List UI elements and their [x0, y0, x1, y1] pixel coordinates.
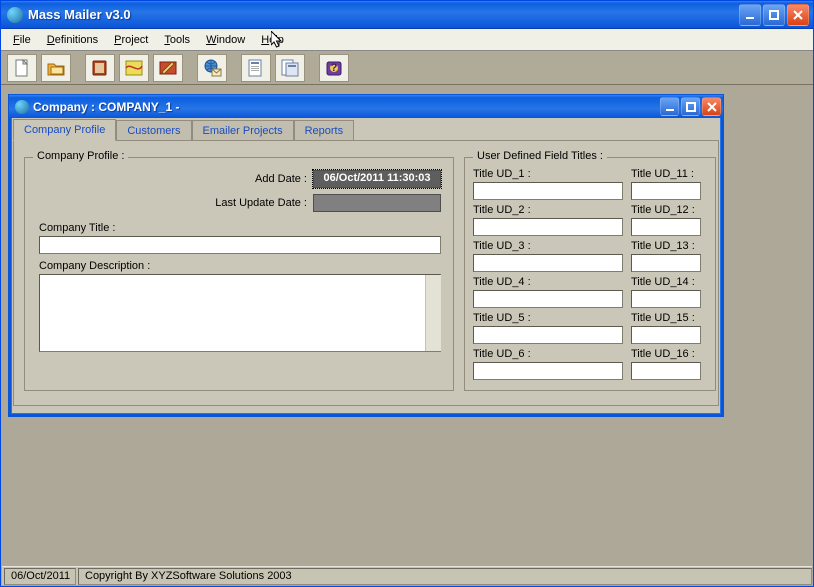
app-title: Mass Mailer v3.0: [28, 7, 739, 22]
toolbar: ?: [1, 51, 813, 85]
globe-mail-icon: [202, 58, 222, 78]
address-book-icon: [90, 58, 110, 78]
status-date: 06/Oct/2011: [4, 568, 76, 585]
child-maximize-button[interactable]: [681, 97, 700, 116]
ud15-input[interactable]: [631, 326, 701, 344]
svg-text:?: ?: [331, 62, 338, 74]
child-minimize-button[interactable]: [660, 97, 679, 116]
app-icon: [7, 7, 23, 23]
ud1-input[interactable]: [473, 182, 623, 200]
company-title-label: Company Title :: [39, 222, 115, 234]
toolbar-map-button[interactable]: [119, 54, 149, 82]
tab-strip: Company Profile Customers Emailer Projec…: [11, 119, 721, 141]
ud6-label: Title UD_6 :: [473, 348, 623, 360]
minimize-button[interactable]: [739, 4, 761, 26]
ud12-label: Title UD_12 :: [631, 204, 701, 216]
menu-file[interactable]: File: [5, 32, 39, 48]
ud5-input[interactable]: [473, 326, 623, 344]
ud16-input[interactable]: [631, 362, 701, 380]
ud6-input[interactable]: [473, 362, 623, 380]
tab-company-profile[interactable]: Company Profile: [13, 119, 116, 141]
company-title-input[interactable]: [39, 236, 441, 254]
ud5-label: Title UD_5 :: [473, 312, 623, 324]
menu-project[interactable]: Project: [106, 32, 156, 48]
toolbar-report2-button[interactable]: [275, 54, 305, 82]
report-icon: [246, 58, 266, 78]
ud1-label: Title UD_1 :: [473, 168, 623, 180]
ud3-input[interactable]: [473, 254, 623, 272]
status-copyright: Copyright By XYZSoftware Solutions 2003: [78, 568, 812, 585]
child-icon: [15, 100, 29, 114]
add-date-label: Add Date :: [37, 173, 313, 185]
menu-definitions[interactable]: Definitions: [39, 32, 106, 48]
tab-pane: Company Profile : Add Date : 06/Oct/2011…: [13, 140, 719, 406]
tab-reports[interactable]: Reports: [294, 120, 355, 142]
group-company-profile: Company Profile : Add Date : 06/Oct/2011…: [24, 157, 454, 391]
status-bar: 06/Oct/2011 Copyright By XYZSoftware Sol…: [2, 566, 812, 585]
mdi-client-area: Company : COMPANY_1 - Company Profile Cu…: [2, 86, 812, 566]
ud11-input[interactable]: [631, 182, 701, 200]
app-window: Mass Mailer v3.0 File Definitions Projec…: [0, 0, 814, 587]
child-titlebar: Company : COMPANY_1 -: [9, 95, 723, 118]
last-update-date-label: Last Update Date :: [37, 197, 313, 209]
ud4-label: Title UD_4 :: [473, 276, 623, 288]
child-close-button[interactable]: [702, 97, 721, 116]
ud2-input[interactable]: [473, 218, 623, 236]
child-title: Company : COMPANY_1 -: [33, 100, 660, 114]
ud13-label: Title UD_13 :: [631, 240, 701, 252]
textarea-scrollbar[interactable]: [425, 275, 441, 351]
last-update-date-value[interactable]: [313, 194, 441, 212]
titlebar: Mass Mailer v3.0: [1, 1, 813, 29]
maximize-button[interactable]: [763, 4, 785, 26]
menu-window[interactable]: Window: [198, 32, 253, 48]
ud11-label: Title UD_11 :: [631, 168, 701, 180]
tab-customers[interactable]: Customers: [116, 120, 191, 142]
add-date-value[interactable]: 06/Oct/2011 11:30:03: [313, 170, 441, 188]
folder-icon: [46, 58, 66, 78]
toolbar-new-button[interactable]: [7, 54, 37, 82]
toolbar-open-button[interactable]: [41, 54, 71, 82]
map-icon: [124, 58, 144, 78]
ud13-input[interactable]: [631, 254, 701, 272]
ud14-label: Title UD_14 :: [631, 276, 701, 288]
ud12-input[interactable]: [631, 218, 701, 236]
ud14-input[interactable]: [631, 290, 701, 308]
report2-icon: [280, 58, 300, 78]
toolbar-edit-button[interactable]: [153, 54, 183, 82]
toolbar-addressbook-button[interactable]: [85, 54, 115, 82]
ud2-label: Title UD_2 :: [473, 204, 623, 216]
help-book-icon: ?: [324, 58, 344, 78]
group-company-profile-label: Company Profile :: [33, 150, 128, 162]
company-description-textarea[interactable]: [39, 274, 441, 352]
toolbar-globe-button[interactable]: [197, 54, 227, 82]
group-ud-titles-label: User Defined Field Titles :: [473, 150, 607, 162]
ud16-label: Title UD_16 :: [631, 348, 701, 360]
close-button[interactable]: [787, 4, 809, 26]
tab-emailer-projects[interactable]: Emailer Projects: [192, 120, 294, 142]
menu-bar: File Definitions Project Tools Window He…: [1, 29, 813, 51]
toolbar-help-button[interactable]: ?: [319, 54, 349, 82]
company-window: Company : COMPANY_1 - Company Profile Cu…: [8, 94, 724, 417]
menu-tools[interactable]: Tools: [156, 32, 198, 48]
toolbar-report1-button[interactable]: [241, 54, 271, 82]
menu-help[interactable]: Help: [253, 32, 292, 48]
ud4-input[interactable]: [473, 290, 623, 308]
group-ud-titles: User Defined Field Titles : Title UD_1 :…: [464, 157, 716, 391]
company-description-label: Company Description :: [39, 260, 150, 272]
edit-note-icon: [158, 58, 178, 78]
ud15-label: Title UD_15 :: [631, 312, 701, 324]
ud3-label: Title UD_3 :: [473, 240, 623, 252]
new-document-icon: [12, 58, 32, 78]
